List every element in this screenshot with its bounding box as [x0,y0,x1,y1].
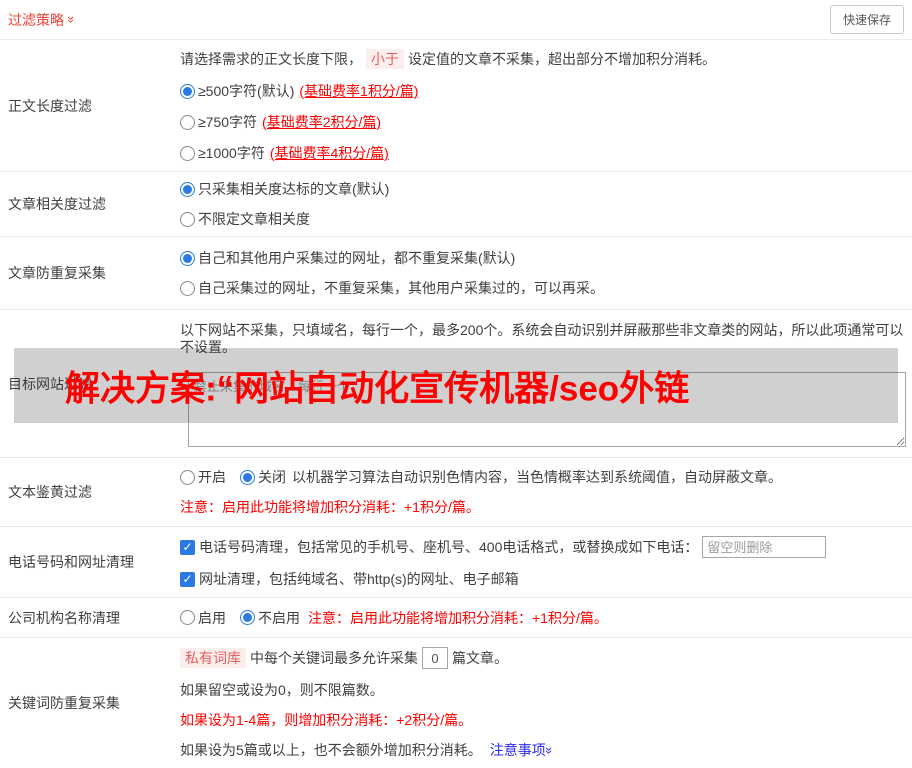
company-option-on: 启用 [180,609,226,627]
radio-dedupe-self[interactable] [180,281,195,296]
radio-relevance-strict[interactable] [180,182,195,197]
option-label: 启用 [198,609,226,627]
length-option-750: ≥750字符 (基础费率2积分/篇) [180,113,906,131]
promo-overlay-banner: 解决方案:“网站自动化宣传机器/seo外链 [14,348,898,423]
page-title: 过滤策略 [8,10,64,30]
company-cleanup-note: 注意：启用此功能将增加积分消耗：+1积分/篇。 [308,609,608,627]
row-label: 文本鉴黄过滤 [0,458,180,526]
row-label: 关键词防重复采集 [0,638,180,768]
length-option-500: ≥500字符(默认) (基础费率1积分/篇) [180,82,906,100]
quick-save-button[interactable]: 快速保存 [830,5,904,34]
keyword-note-zero: 如果留空或设为0，则不限篇数。 [180,681,906,699]
notice-chevron-icon[interactable]: » [543,746,556,753]
row-phone-url: 电话号码和网址清理 ✓ 电话号码清理，包括常见的手机号、座机号、400电话格式，… [0,527,912,598]
row-dedupe: 文章防重复采集 自己和其他用户采集过的网址，都不重复采集(默认) 自己采集过的网… [0,237,912,310]
option-label: 自己采集过的网址，不重复采集，其他用户采集过的，可以再采。 [198,279,604,297]
length-option-1000: ≥1000字符 (基础费率4积分/篇) [180,144,906,162]
porn-option-off: 关闭 [240,468,286,486]
row-relevance: 文章相关度过滤 只采集相关度达标的文章(默认) 不限定文章相关度 [0,172,912,237]
option-label: 不限定文章相关度 [198,210,310,228]
porn-option-on: 开启 [180,468,226,486]
row-content: 请选择需求的正文长度下限， 小于 设定值的文章不采集，超出部分不增加积分消耗。 … [180,40,912,171]
url-cleanup-label: 网址清理，包括纯域名、带http(s)的网址、电子邮箱 [199,570,519,588]
fee-note: (基础费率2积分/篇) [262,113,381,131]
fee-note: (基础费率4积分/篇) [270,144,389,162]
replacement-phone-input[interactable] [702,536,826,558]
fee-note: (基础费率1积分/篇) [299,82,418,100]
dedupe-option-all-users: 自己和其他用户采集过的网址，都不重复采集(默认) [180,249,906,267]
page-header: 过滤策略 » 快速保存 [0,0,912,40]
company-option-off: 不启用 [240,609,300,627]
option-label: 不启用 [258,609,300,627]
radio-relevance-any[interactable] [180,212,195,227]
row-label: 公司机构名称清理 [0,598,180,637]
radio-750-chars[interactable] [180,115,195,130]
company-cleanup-options: 启用 不启用 注意：启用此功能将增加积分消耗：+1积分/篇。 [180,609,906,627]
keyword-note-five-plus-text: 如果设为5篇或以上，也不会额外增加积分消耗。 [180,741,482,759]
porn-filter-options: 开启 关闭 以机器学习算法自动识别色情内容，当色情概率达到系统阈值，自动屏蔽文章… [180,468,906,486]
keyword-limit-line: 私有词库 中每个关键词最多允许采集 篇文章。 [180,647,906,669]
radio-company-on[interactable] [180,610,195,625]
phone-cleanup-line: ✓ 电话号码清理，包括常见的手机号、座机号、400电话格式，或替换成如下电话： [180,536,906,558]
option-label: ≥500字符(默认) [198,82,294,100]
url-cleanup-line: ✓ 网址清理，包括纯域名、带http(s)的网址、电子邮箱 [180,570,906,588]
intro-pre: 请选择需求的正文长度下限， [180,50,362,68]
radio-porn-off[interactable] [240,470,255,485]
radio-company-off[interactable] [240,610,255,625]
keyword-limit-suffix: 篇文章。 [452,649,508,667]
keyword-note-cost: 如果设为1-4篇，则增加积分消耗：+2积分/篇。 [180,711,906,729]
row-content: ✓ 电话号码清理，包括常见的手机号、座机号、400电话格式，或替换成如下电话： … [180,527,912,597]
porn-filter-description: 以机器学习算法自动识别色情内容，当色情概率达到系统阈值，自动屏蔽文章。 [292,468,782,486]
less-than-tag: 小于 [366,49,404,69]
radio-500-chars[interactable] [180,84,195,99]
url-cleanup-checkbox[interactable]: ✓ [180,572,195,587]
private-lexicon-tag: 私有词库 [180,648,246,668]
radio-dedupe-all[interactable] [180,251,195,266]
option-label: ≥1000字符 [198,144,265,162]
row-label: 文章防重复采集 [0,237,180,309]
intro-line: 请选择需求的正文长度下限， 小于 设定值的文章不采集，超出部分不增加积分消耗。 [180,49,906,69]
keyword-count-input[interactable] [422,647,448,669]
row-content: 自己和其他用户采集过的网址，都不重复采集(默认) 自己采集过的网址，不重复采集，… [180,237,912,309]
option-label: 开启 [198,468,226,486]
row-content: 开启 关闭 以机器学习算法自动识别色情内容，当色情概率达到系统阈值，自动屏蔽文章… [180,458,912,526]
radio-1000-chars[interactable] [180,146,195,161]
row-content: 只采集相关度达标的文章(默认) 不限定文章相关度 [180,172,912,236]
option-label: ≥750字符 [198,113,257,131]
keyword-limit-text: 中每个关键词最多允许采集 [250,649,418,667]
row-porn-filter: 文本鉴黄过滤 开启 关闭 以机器学习算法自动识别色情内容，当色情概率达到系统阈值… [0,458,912,527]
row-content: 私有词库 中每个关键词最多允许采集 篇文章。 如果留空或设为0，则不限篇数。 如… [180,638,912,768]
promo-overlay-text: 解决方案:“网站自动化宣传机器/seo外链 [65,360,689,411]
notice-link[interactable]: 注意事项 [490,741,546,759]
relevance-option-strict: 只采集相关度达标的文章(默认) [180,180,906,198]
option-label: 关闭 [258,468,286,486]
option-label: 只采集相关度达标的文章(默认) [198,180,389,198]
radio-porn-on[interactable] [180,470,195,485]
option-label: 自己和其他用户采集过的网址，都不重复采集(默认) [198,249,515,267]
collapse-chevron-icon[interactable]: » [65,16,78,23]
row-content: 启用 不启用 注意：启用此功能将增加积分消耗：+1积分/篇。 [180,598,912,637]
dedupe-option-self-only: 自己采集过的网址，不重复采集，其他用户采集过的，可以再采。 [180,279,906,297]
relevance-option-any: 不限定文章相关度 [180,210,906,228]
porn-filter-note: 注意：启用此功能将增加积分消耗：+1积分/篇。 [180,498,906,516]
row-label: 文章相关度过滤 [0,172,180,236]
row-company-cleanup: 公司机构名称清理 启用 不启用 注意：启用此功能将增加积分消耗：+1积分/篇。 [0,598,912,638]
row-content-length: 正文长度过滤 请选择需求的正文长度下限， 小于 设定值的文章不采集，超出部分不增… [0,40,912,172]
row-label: 电话号码和网址清理 [0,527,180,597]
intro-post: 设定值的文章不采集，超出部分不增加积分消耗。 [408,50,716,68]
row-keyword-dedupe: 关键词防重复采集 私有词库 中每个关键词最多允许采集 篇文章。 如果留空或设为0… [0,638,912,768]
row-label: 正文长度过滤 [0,40,180,171]
phone-cleanup-label: 电话号码清理，包括常见的手机号、座机号、400电话格式，或替换成如下电话： [199,538,698,556]
keyword-note-five-plus: 如果设为5篇或以上，也不会额外增加积分消耗。 注意事项 » [180,741,906,759]
filter-strategy-page: 过滤策略 » 快速保存 正文长度过滤 请选择需求的正文长度下限， 小于 设定值的… [0,0,912,768]
section-title-wrap: 过滤策略 » [8,10,75,30]
phone-cleanup-checkbox[interactable]: ✓ [180,540,195,555]
